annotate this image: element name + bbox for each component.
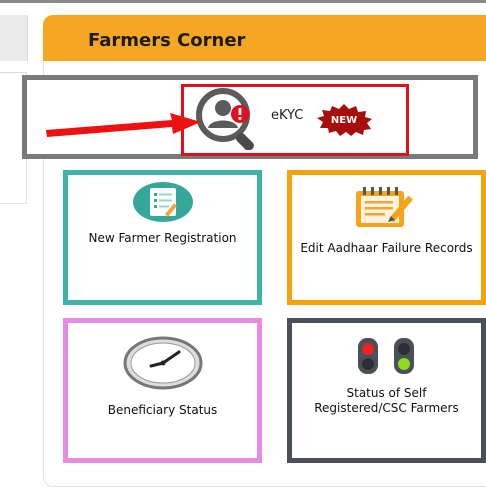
self-registered-status-line1: Status of Self <box>346 386 427 400</box>
new-badge: NEW <box>317 104 372 136</box>
ekyc-label[interactable]: eKYC <box>271 108 303 123</box>
pointer-arrow <box>46 113 201 137</box>
new-badge-label: NEW <box>331 115 357 126</box>
edit-aadhaar-failure-label[interactable]: Edit Aadhaar Failure Records <box>287 241 486 256</box>
registration-form-icon <box>133 182 193 222</box>
self-registered-status-line2: Registered/CSC Farmers <box>314 401 459 415</box>
traffic-signal-icon <box>358 338 414 374</box>
adjacent-panel-header <box>0 15 28 61</box>
top-border <box>0 0 486 3</box>
beneficiary-status-label[interactable]: Beneficiary Status <box>63 403 262 418</box>
panel-title: Farmers Corner <box>88 30 246 51</box>
new-farmer-registration-label[interactable]: New Farmer Registration <box>63 231 262 246</box>
clock-icon <box>123 336 203 390</box>
edit-document-icon <box>356 187 413 227</box>
self-registered-status-label[interactable]: Status of Self Registered/CSC Farmers <box>287 386 486 416</box>
